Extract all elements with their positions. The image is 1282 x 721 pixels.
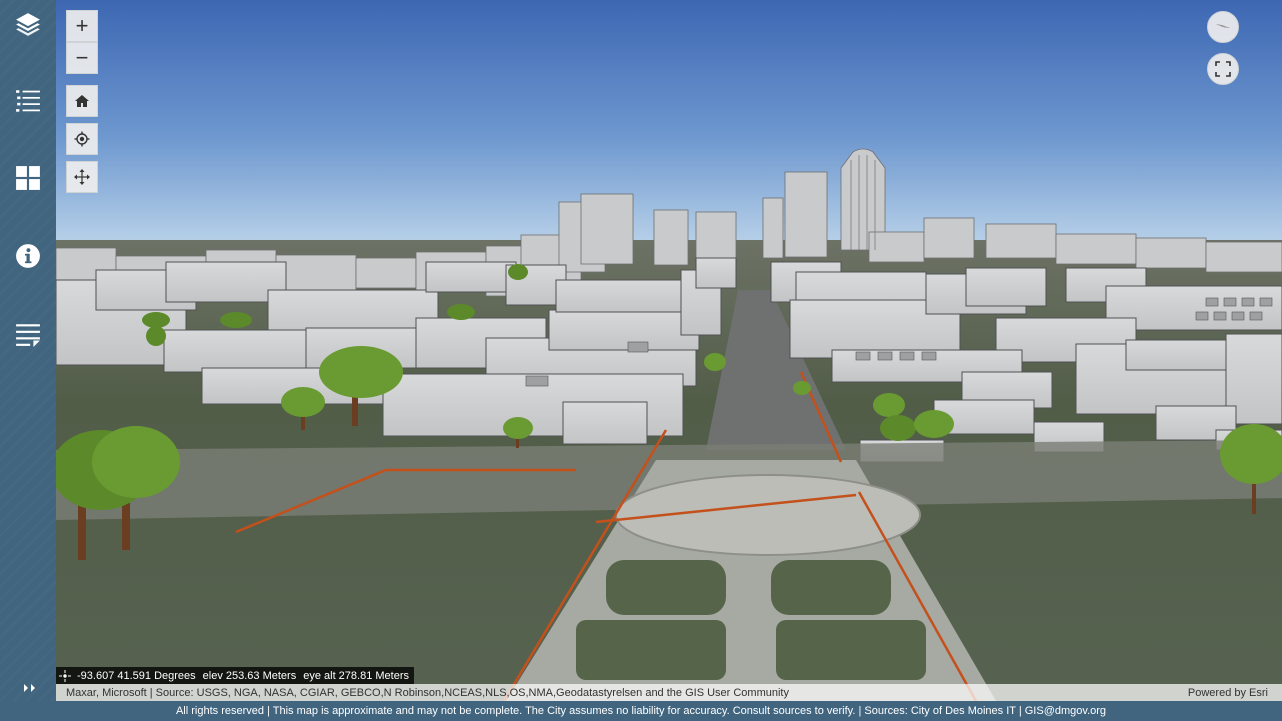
locate-button[interactable] — [66, 123, 98, 155]
locate-icon — [74, 131, 90, 147]
footer-text: All rights reserved | This map is approx… — [175, 705, 1107, 717]
pan-move-icon — [74, 169, 90, 185]
attribution-sources: Maxar, Microsoft | Source: USGS, NGA, NA… — [66, 686, 789, 699]
zoom-in-label: + — [75, 13, 89, 38]
home-button[interactable] — [66, 85, 98, 117]
home-icon — [75, 95, 89, 107]
double-chevron-right-icon — [24, 684, 35, 692]
expand-sidebar-button[interactable] — [18, 678, 42, 698]
zoom-out-label: − — [75, 45, 89, 70]
zoom-out-button[interactable]: − — [66, 42, 98, 74]
details-icon — [16, 324, 40, 347]
coordinate-readout[interactable]: -93.607 41.591 Degrees elev 253.63 Meter… — [56, 667, 415, 684]
powered-by-esri-link[interactable]: Powered by Esri — [1188, 687, 1268, 699]
pan-navigation-button[interactable] — [66, 161, 98, 193]
sidebar-item-basemap-gallery[interactable] — [10, 160, 46, 196]
sidebar-item-legend[interactable] — [10, 82, 46, 118]
legend-list-icon — [16, 90, 40, 112]
layers-icon — [16, 13, 40, 36]
coordinate-eye-altitude: eye alt 278.81 Meters — [303, 669, 410, 682]
fullscreen-icon — [1215, 61, 1231, 77]
sidebar-item-about[interactable] — [10, 238, 46, 274]
scene-render — [56, 0, 1282, 701]
coordinate-location: -93.607 41.591 Degrees — [77, 669, 196, 682]
crosshair-icon — [59, 669, 71, 682]
coordinate-elevation: elev 253.63 Meters — [202, 669, 297, 682]
fullscreen-button[interactable] — [1207, 53, 1239, 85]
zoom-in-button[interactable]: + — [66, 10, 98, 42]
footer-disclaimer: All rights reserved | This map is approx… — [0, 701, 1282, 721]
compass-icon — [1216, 24, 1230, 28]
sidebar-item-layers[interactable] — [10, 6, 46, 42]
info-icon — [16, 244, 40, 268]
sidebar — [0, 0, 56, 701]
compass-button[interactable] — [1207, 11, 1239, 43]
map-scene-view[interactable]: + − -93.607 41.591 Degrees elev 253.63 M… — [56, 0, 1282, 701]
app-window: + − -93.607 41.591 Degrees elev 253.63 M… — [0, 0, 1282, 721]
grid-icon — [16, 166, 40, 190]
sidebar-item-details[interactable] — [10, 316, 46, 352]
attribution-bar: Maxar, Microsoft | Source: USGS, NGA, NA… — [56, 684, 1282, 701]
